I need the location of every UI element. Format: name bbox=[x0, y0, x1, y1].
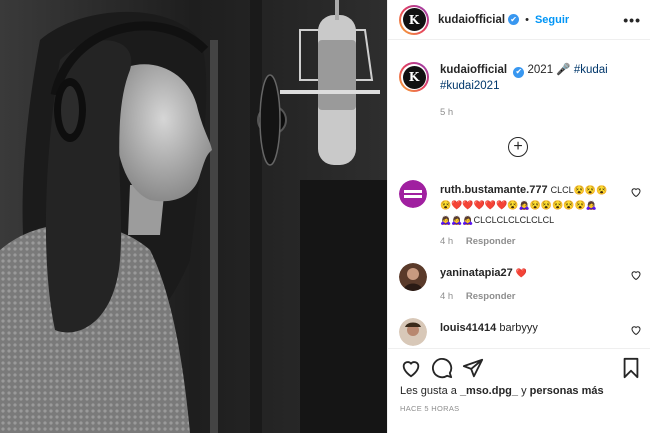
commenter-avatar[interactable] bbox=[399, 318, 427, 346]
more-options-icon[interactable]: ••• bbox=[623, 12, 641, 28]
liker-username[interactable]: _mso.dpg_ bbox=[460, 385, 518, 397]
comment-body: louis41414 barbyyy bbox=[440, 321, 625, 336]
like-comment-heart-icon[interactable] bbox=[630, 324, 642, 336]
comment-bubble-icon[interactable] bbox=[431, 357, 453, 379]
commenter-username[interactable]: yaninatapia27 bbox=[440, 267, 513, 279]
post-header: K kudaiofficial ✔ • Seguir ••• bbox=[388, 0, 650, 40]
post-photo bbox=[0, 0, 387, 433]
commenter-username[interactable]: louis41414 bbox=[440, 322, 496, 334]
comment-text: CLCL😵😵😵 bbox=[550, 185, 608, 195]
follow-button[interactable]: Seguir bbox=[535, 14, 569, 26]
caption-body: 2021 🎤 bbox=[527, 64, 571, 76]
logo-letter: K bbox=[402, 8, 426, 31]
posted-time: HACE 5 HORAS bbox=[400, 404, 460, 413]
likes-others-link[interactable]: personas más bbox=[530, 385, 604, 397]
header-separator: • bbox=[525, 13, 529, 26]
comment-body: ruth.bustamante.777 CLCL😵😵😵 😵❤️❤️❤️❤️❤️😵… bbox=[440, 183, 625, 228]
studio-portrait-image bbox=[0, 0, 387, 433]
caption-text-block: kudaiofficial ✔ 2021 🎤 #kudai #kudai2021… bbox=[440, 62, 608, 121]
share-direct-icon[interactable] bbox=[462, 357, 484, 379]
comment-body: yaninatapia27 ❤️ bbox=[440, 266, 625, 281]
post-caption: K kudaiofficial ✔ 2021 🎤 #kudai #kudai20… bbox=[399, 62, 644, 121]
likes-connector: y bbox=[521, 385, 527, 397]
likes-prefix: Les gusta a bbox=[400, 385, 457, 397]
comment-meta: 4 h Responder bbox=[440, 291, 525, 302]
commenter-avatar[interactable] bbox=[399, 180, 427, 208]
likes-summary: Les gusta a _mso.dpg_ y personas más bbox=[400, 385, 604, 397]
load-more-comments-button[interactable]: + bbox=[508, 137, 528, 157]
caption-avatar[interactable]: K bbox=[399, 62, 429, 92]
comment-time: 4 h bbox=[440, 236, 454, 247]
commenter-avatar[interactable] bbox=[399, 263, 427, 291]
save-bookmark-icon[interactable] bbox=[620, 357, 642, 379]
comment-text: ❤️ bbox=[515, 268, 528, 278]
caption-verified-badge-icon: ✔ bbox=[513, 66, 525, 78]
caption-logo-letter: K bbox=[402, 65, 426, 89]
caption-time: 5 h bbox=[440, 107, 454, 118]
comment-time: 4 h bbox=[440, 291, 454, 302]
like-comment-heart-icon[interactable] bbox=[630, 269, 642, 281]
comment-text: barbyyy bbox=[499, 322, 538, 334]
verified-badge-icon: ✔ bbox=[508, 14, 520, 25]
comment-text: 😵❤️❤️❤️❤️❤️😵🙇‍♀️😵😵😵😵😵🙇‍♀️ bbox=[440, 200, 597, 210]
reply-button[interactable]: Responder bbox=[466, 236, 516, 247]
account-avatar[interactable]: K bbox=[399, 4, 429, 35]
comment-meta: 4 h Responder bbox=[440, 236, 525, 247]
header-username[interactable]: kudaiofficial bbox=[438, 14, 505, 26]
caption-hashtag[interactable]: #kudai2021 bbox=[440, 80, 499, 92]
caption-username[interactable]: kudaiofficial bbox=[440, 64, 507, 76]
commenter-username[interactable]: ruth.bustamante.777 bbox=[440, 184, 548, 196]
comment-text: 🙇‍♀️🙇‍♀️🙇‍♀️CLCLCLCLCLCLCL bbox=[440, 215, 555, 225]
post-side-panel: K kudaiofficial ✔ • Seguir ••• K kudaiof… bbox=[387, 0, 650, 433]
caption-hashtag[interactable]: #kudai bbox=[574, 64, 608, 76]
like-heart-icon[interactable] bbox=[400, 357, 422, 379]
like-comment-heart-icon[interactable] bbox=[630, 186, 642, 198]
reply-button[interactable]: Responder bbox=[466, 291, 516, 302]
